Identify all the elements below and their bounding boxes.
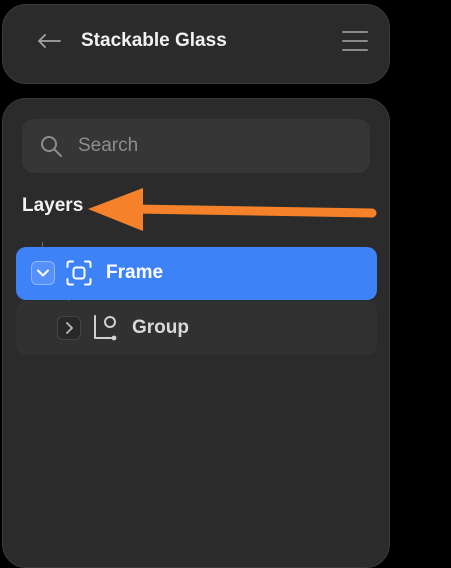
expand-toggle[interactable] [57,316,81,340]
layer-label-frame: Frame [106,262,164,283]
chevron-right-icon [66,322,73,334]
expand-toggle[interactable] [31,261,55,285]
chevron-down-icon [37,269,49,277]
layer-row-frame[interactable]: Frame [16,247,377,300]
group-icon [91,314,119,342]
layer-row-group[interactable]: Group [16,301,377,355]
frame-icon [65,259,93,287]
layer-label-group: Group [132,317,189,338]
